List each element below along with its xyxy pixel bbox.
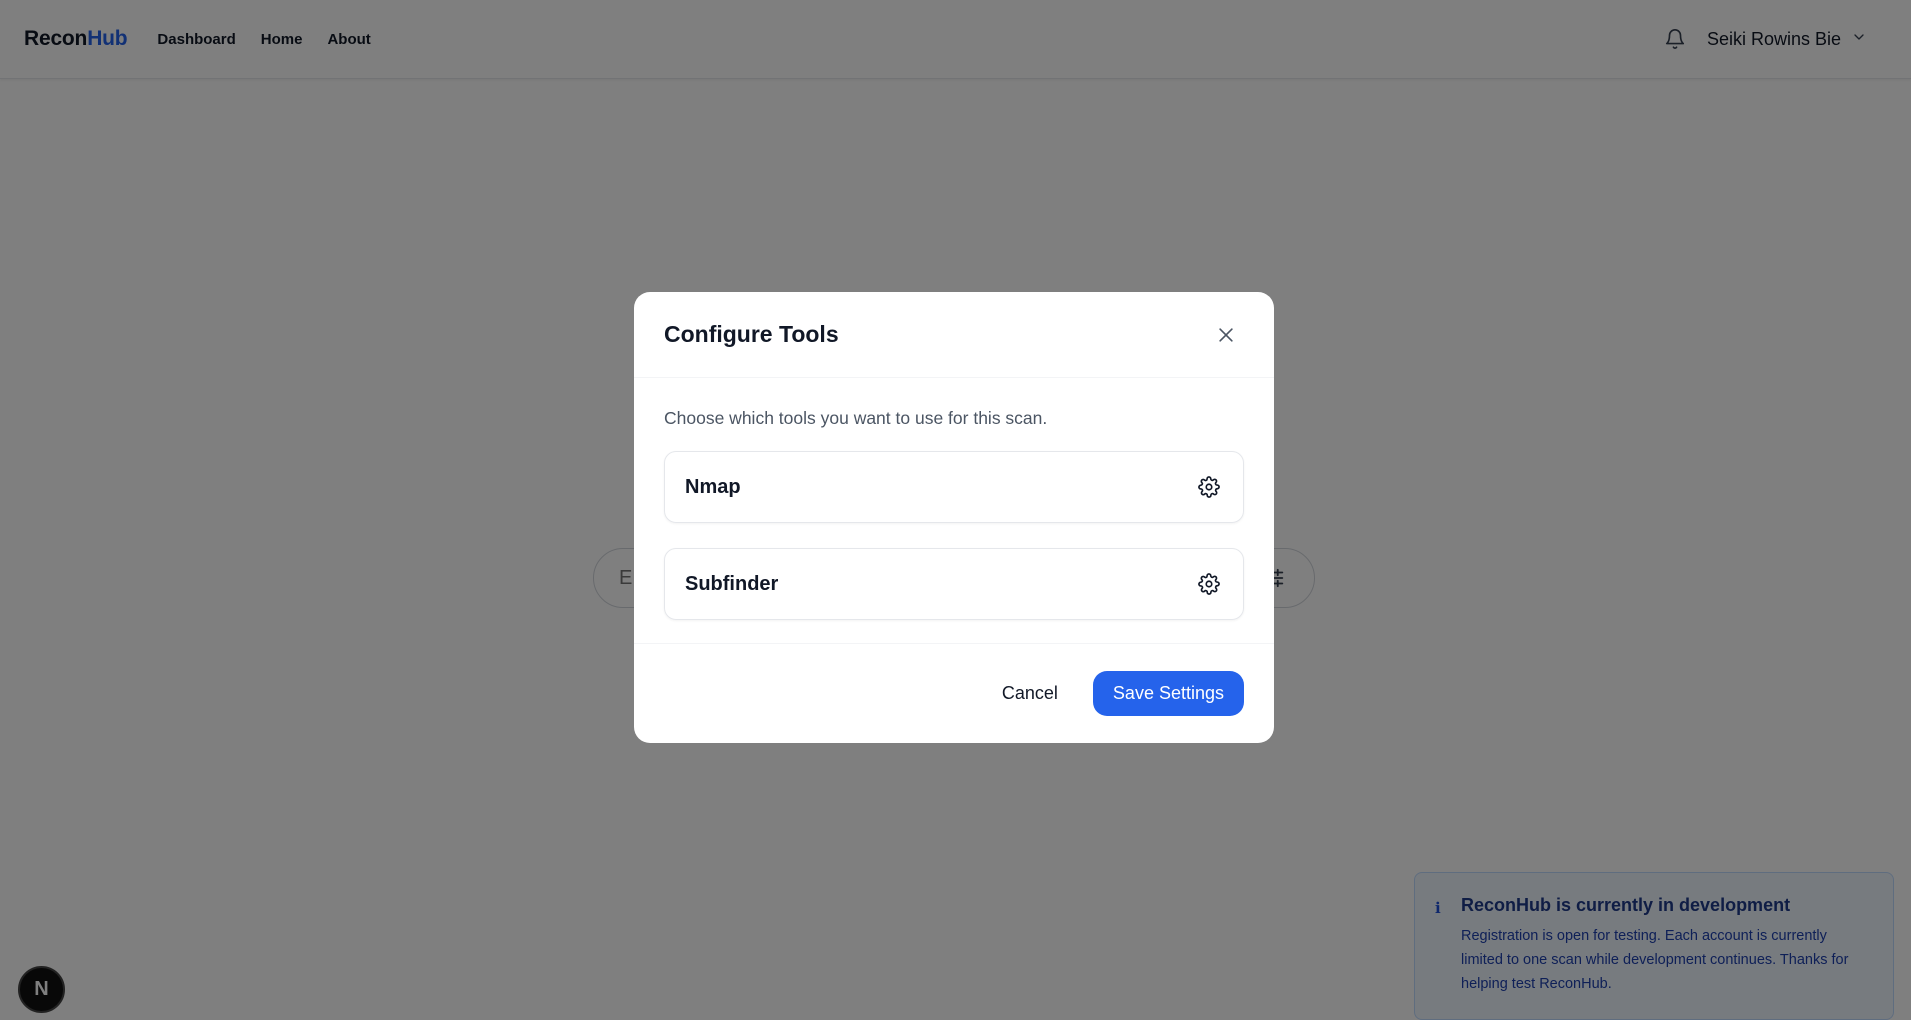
modal-body: Choose which tools you want to use for t… [634,378,1274,643]
gear-icon[interactable] [1195,570,1223,598]
configure-tools-modal: Configure Tools Choose which tools you w… [634,292,1274,743]
modal-title: Configure Tools [664,321,839,347]
cancel-button[interactable]: Cancel [1002,683,1058,704]
tool-name: Nmap [685,475,741,498]
tool-card-subfinder[interactable]: Subfinder [664,548,1244,620]
tool-card-nmap[interactable]: Nmap [664,451,1244,523]
save-settings-button[interactable]: Save Settings [1092,671,1244,716]
tool-name: Subfinder [685,572,779,595]
modal-description: Choose which tools you want to use for t… [664,408,1048,428]
gear-icon[interactable] [1195,473,1223,501]
modal-footer: Cancel Save Settings [634,643,1274,743]
close-icon[interactable] [1208,317,1244,353]
modal-header: Configure Tools [634,292,1274,378]
